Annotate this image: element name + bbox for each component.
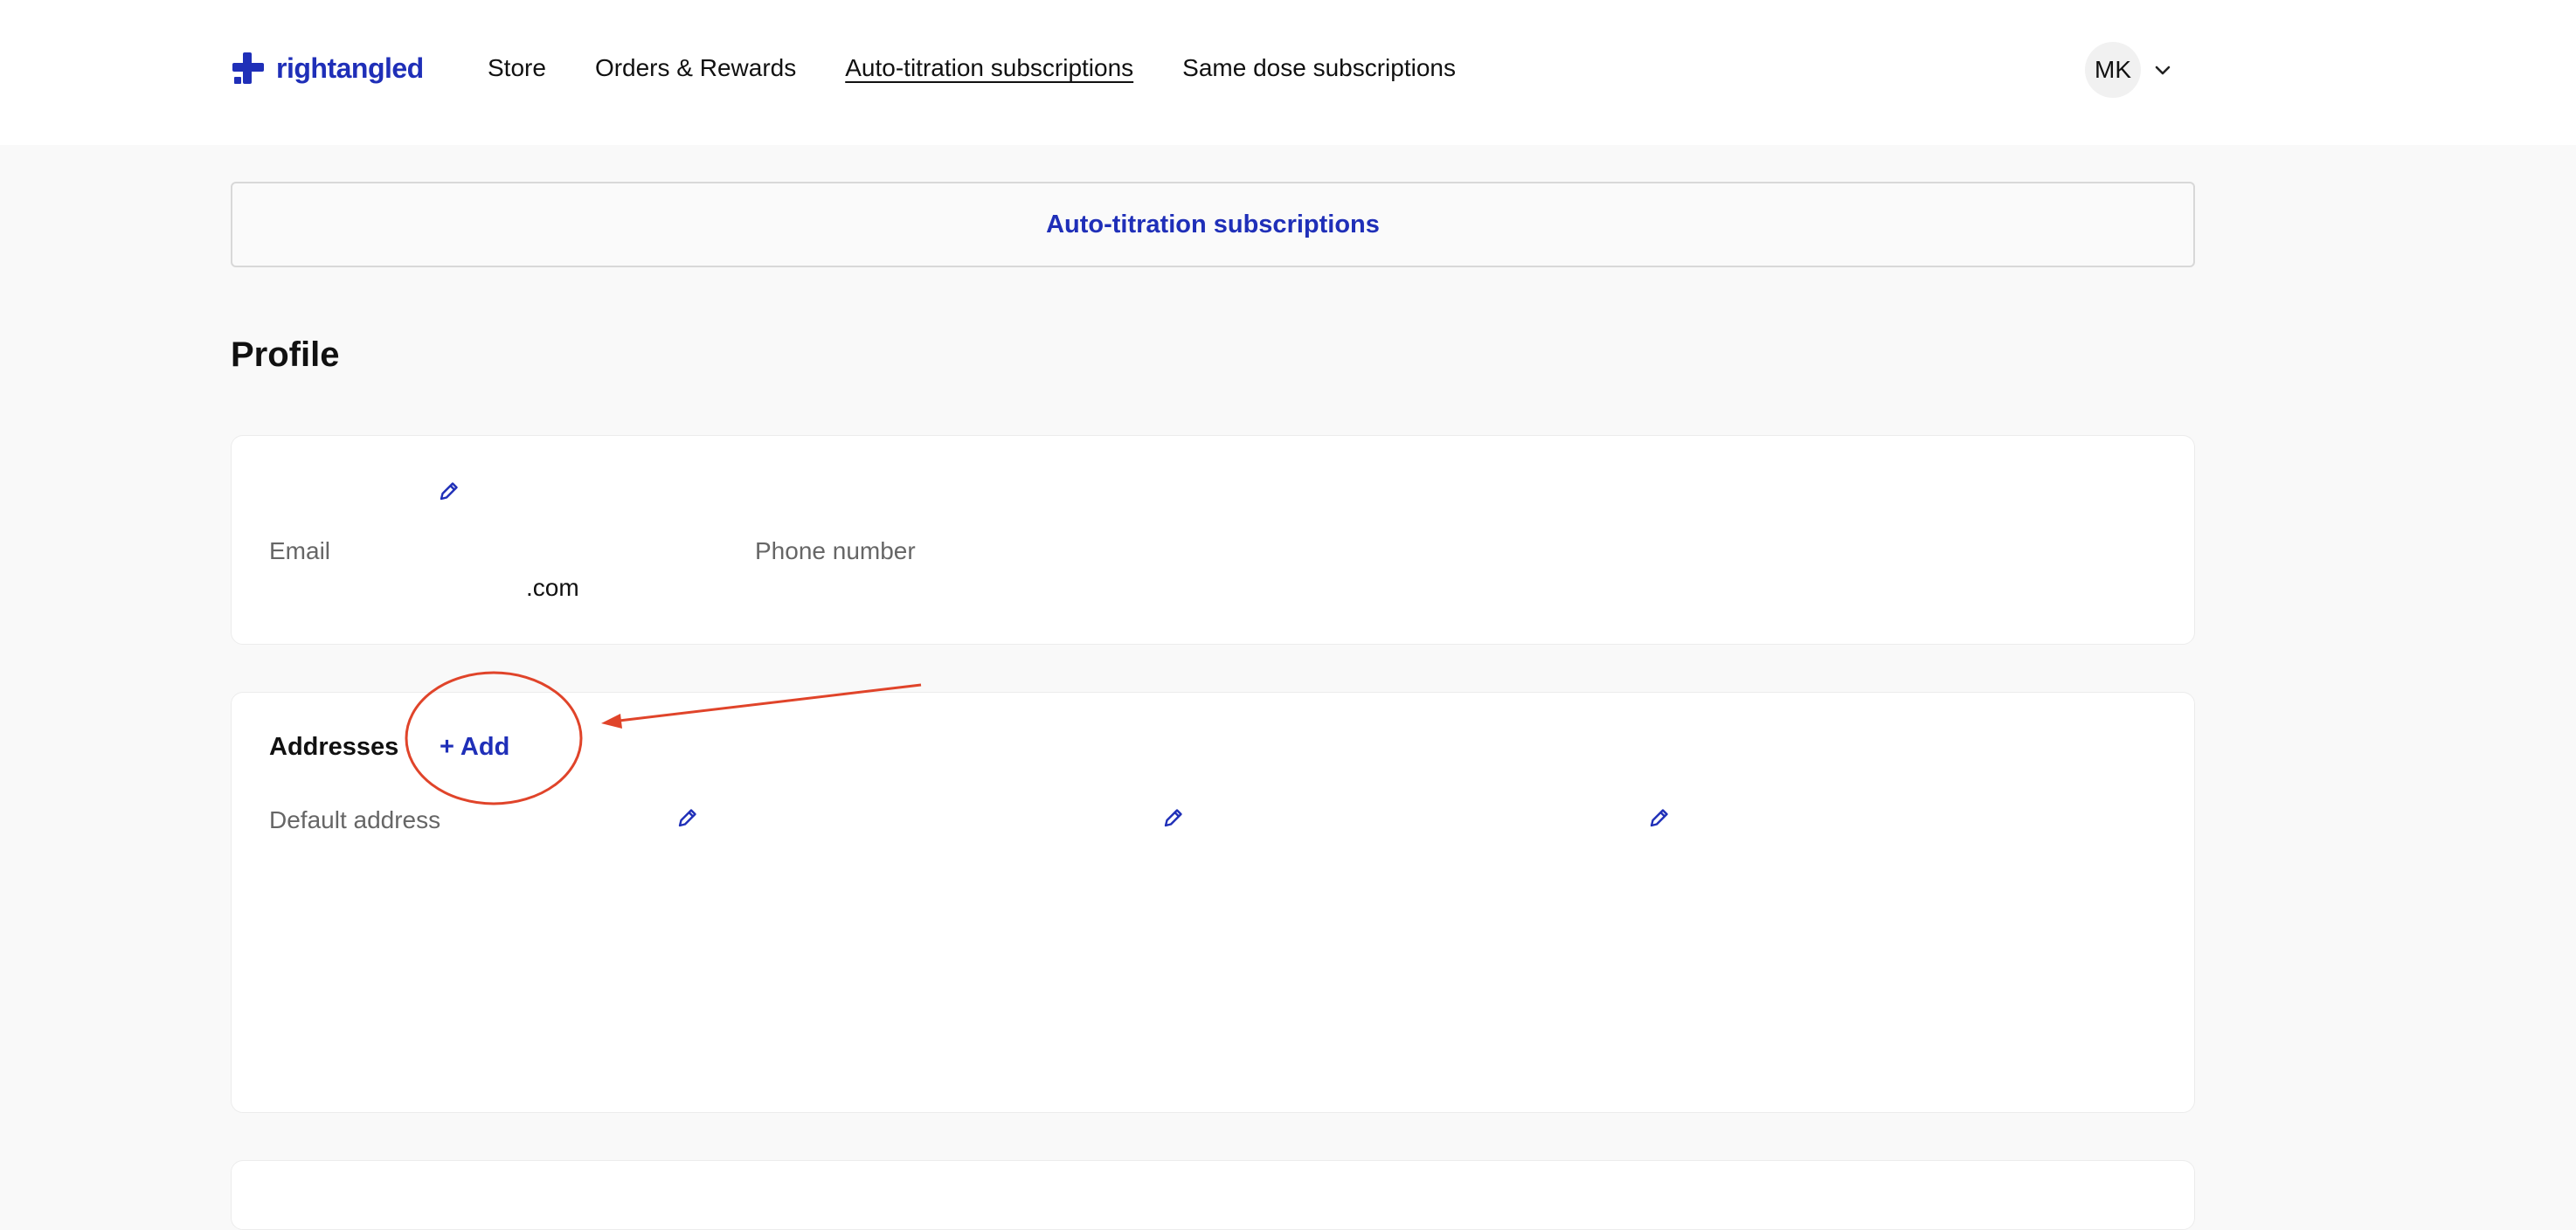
pencil-icon[interactable] [1648, 806, 1671, 829]
default-address-label: Default address [269, 806, 441, 833]
user-menu[interactable]: MK [2085, 42, 2172, 98]
main-nav: Store Orders & Rewards Auto-titration su… [488, 51, 1505, 86]
pencil-icon[interactable] [1162, 806, 1185, 829]
email-label: Email [269, 537, 331, 564]
top-navigation-bar: rightangled Store Orders & Rewards Auto-… [0, 0, 2576, 145]
addresses-title: Addresses [269, 733, 399, 761]
brand-name: rightangled [276, 52, 424, 84]
addresses-card: Addresses + Add Default address [231, 692, 2195, 1113]
email-value: .com [526, 574, 579, 601]
add-address-button[interactable]: + Add [440, 733, 509, 762]
next-card [231, 1160, 2195, 1230]
pencil-icon[interactable] [438, 480, 460, 502]
subscriptions-banner[interactable]: Auto-titration subscriptions [231, 182, 2195, 267]
page-title: Profile [231, 335, 340, 374]
nav-auto-titration-subscriptions[interactable]: Auto-titration subscriptions [845, 51, 1133, 86]
profile-card: Email .com Phone number [231, 435, 2195, 645]
nav-store[interactable]: Store [488, 51, 546, 86]
subscriptions-banner-label[interactable]: Auto-titration subscriptions [1046, 211, 1380, 239]
avatar[interactable]: MK [2085, 42, 2141, 98]
phone-label: Phone number [755, 537, 916, 564]
pencil-icon[interactable] [676, 806, 699, 829]
chevron-down-icon[interactable] [2153, 60, 2172, 79]
nav-same-dose-subscriptions[interactable]: Same dose subscriptions [1182, 51, 1456, 86]
brand-logo[interactable]: rightangled [231, 49, 424, 87]
logo-mark-icon [232, 52, 264, 84]
nav-orders-rewards[interactable]: Orders & Rewards [595, 51, 796, 86]
